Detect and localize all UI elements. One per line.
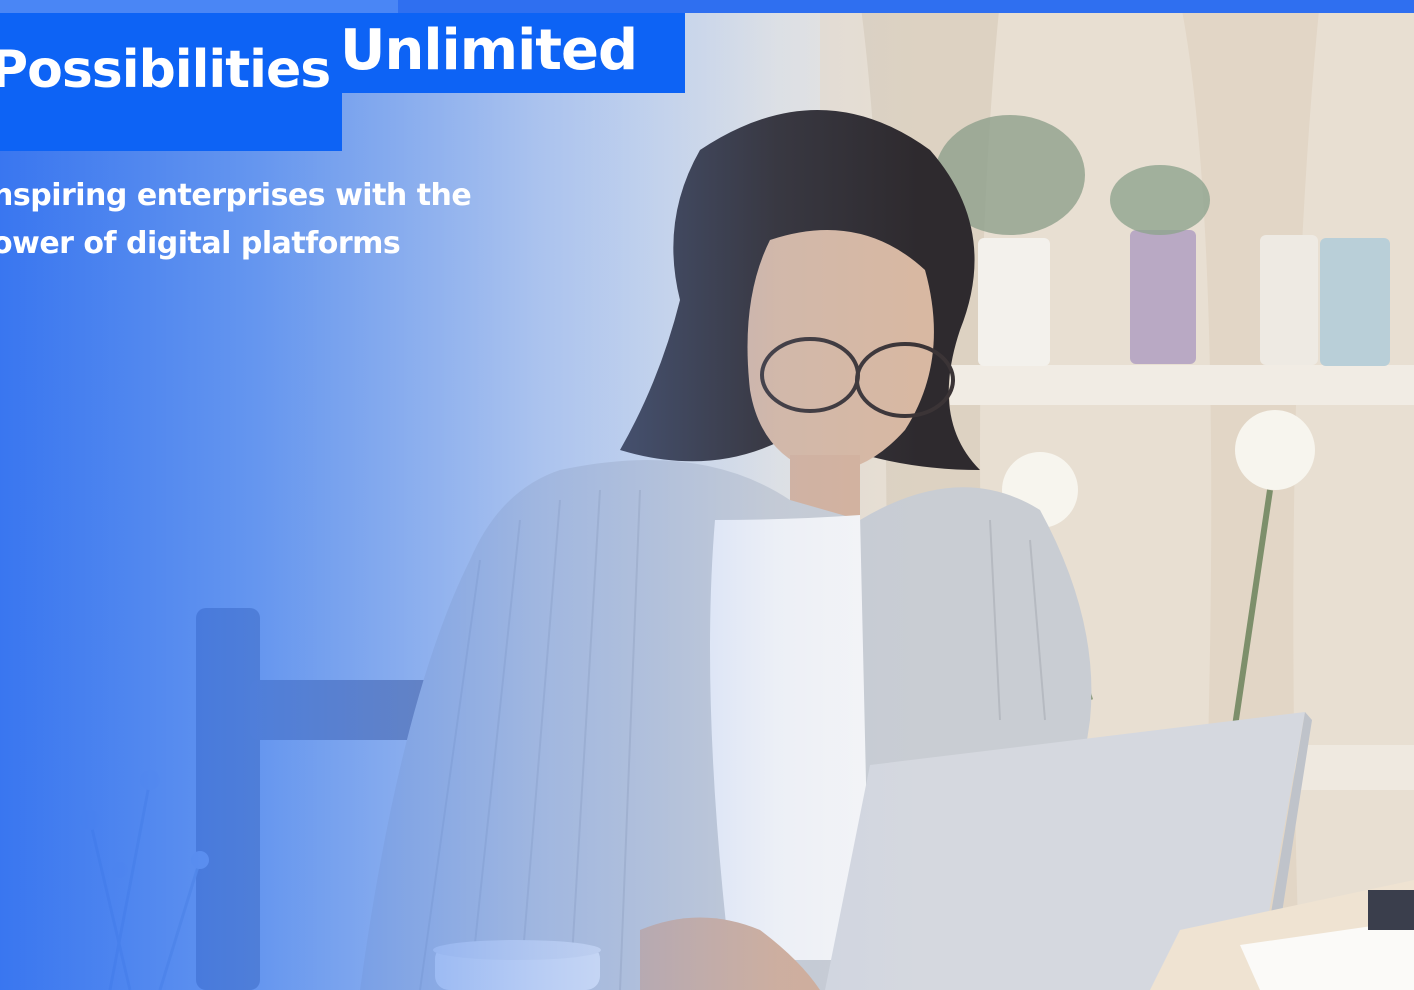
top-accent-strip	[0, 0, 1414, 13]
headline-unlimited: Unlimited	[340, 18, 638, 83]
hero-subtitle: nspiring enterprises with the ower of di…	[0, 172, 512, 268]
hero-subtitle-line-1: nspiring enterprises with the	[0, 178, 472, 213]
hero-subtitle-line-2: ower of digital platforms	[0, 226, 401, 261]
headline-possibilities: Possibilities	[0, 40, 331, 100]
top-accent-strip-segment	[0, 0, 398, 13]
